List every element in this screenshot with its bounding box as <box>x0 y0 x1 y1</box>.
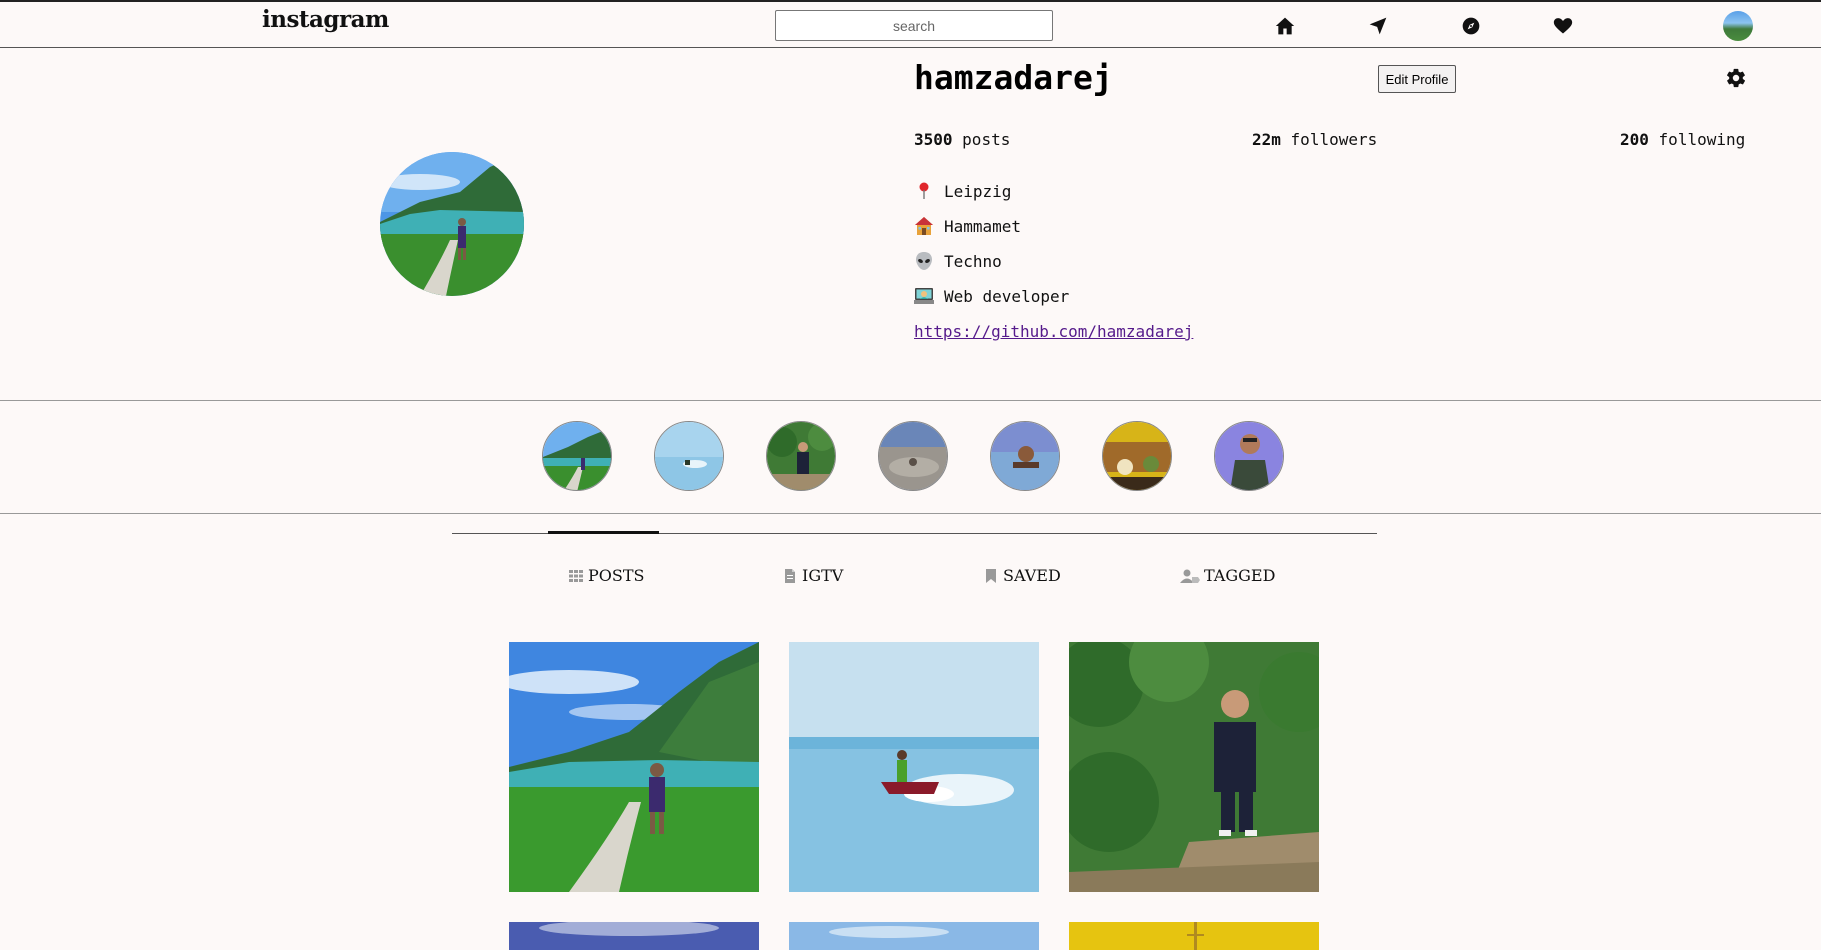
active-tab-indicator <box>548 531 659 534</box>
story-highlight[interactable] <box>542 421 612 491</box>
bio-music: Techno <box>914 251 1002 271</box>
pin-icon <box>914 181 934 201</box>
bio-location: Leipzig <box>914 181 1011 201</box>
tab-saved-label: SAVED <box>1003 566 1061 585</box>
post-thumbnail[interactable] <box>1069 922 1319 950</box>
profile-website-link[interactable]: https://github.com/hamzadarej <box>914 322 1193 341</box>
story-highlight[interactable] <box>1102 421 1172 491</box>
story-highlight[interactable] <box>990 421 1060 491</box>
alien-icon <box>914 251 934 271</box>
tab-posts-label: POSTS <box>588 566 645 585</box>
following-label: following <box>1658 130 1746 149</box>
settings-gear-icon[interactable] <box>1725 67 1747 89</box>
post-thumbnail[interactable] <box>789 642 1039 892</box>
post-thumbnail[interactable] <box>509 922 759 950</box>
house-icon <box>914 216 934 236</box>
bio-job-text: Web developer <box>944 286 1070 306</box>
profile-avatar-small[interactable] <box>1723 11 1753 41</box>
post-thumbnail[interactable] <box>509 642 759 892</box>
tv-icon <box>782 568 798 584</box>
highlights-divider <box>0 513 1821 514</box>
profile-avatar <box>380 152 524 296</box>
following-stat[interactable]: 200 following <box>1620 130 1745 149</box>
home-icon[interactable] <box>1275 16 1295 36</box>
followers-stat[interactable]: 22m followers <box>1252 130 1377 149</box>
grid-icon <box>568 568 584 584</box>
tab-tagged-label: TAGGED <box>1204 566 1276 585</box>
send-icon[interactable] <box>1368 16 1388 36</box>
bio-job: Web developer <box>914 286 1069 306</box>
search-input[interactable] <box>775 10 1053 41</box>
post-thumbnail[interactable] <box>1069 642 1319 892</box>
bio-music-text: Techno <box>944 251 1002 271</box>
bio-home: Hammamet <box>914 216 1021 236</box>
post-thumbnail[interactable] <box>789 922 1039 950</box>
tab-igtv[interactable]: IGTV <box>782 566 843 585</box>
technologist-icon <box>914 286 934 306</box>
header-divider <box>0 400 1821 401</box>
posts-label: posts <box>962 130 1011 149</box>
edit-profile-button[interactable]: Edit Profile <box>1378 65 1456 93</box>
story-highlight[interactable] <box>1214 421 1284 491</box>
followers-count: 22m <box>1252 130 1281 149</box>
instagram-logo[interactable]: instagram <box>262 6 389 33</box>
tab-igtv-label: IGTV <box>802 566 844 585</box>
story-highlight[interactable] <box>766 421 836 491</box>
tab-tagged[interactable]: TAGGED <box>1180 566 1275 585</box>
tag-user-icon <box>1180 568 1200 584</box>
followers-label: followers <box>1290 130 1378 149</box>
tab-saved[interactable]: SAVED <box>983 566 1061 585</box>
explore-icon[interactable] <box>1461 16 1481 36</box>
bio-location-text: Leipzig <box>944 181 1012 201</box>
tab-posts[interactable]: POSTS <box>568 566 644 585</box>
following-count: 200 <box>1620 130 1649 149</box>
top-nav-bar: instagram <box>0 0 1821 48</box>
story-highlight[interactable] <box>654 421 724 491</box>
bookmark-icon <box>983 568 999 584</box>
bio-home-text: Hammamet <box>944 216 1022 236</box>
posts-stat: 3500 posts <box>914 130 1010 149</box>
heart-icon[interactable] <box>1553 16 1573 36</box>
story-highlight[interactable] <box>878 421 948 491</box>
posts-count: 3500 <box>914 130 953 149</box>
profile-username: hamzadarej <box>914 58 1113 97</box>
